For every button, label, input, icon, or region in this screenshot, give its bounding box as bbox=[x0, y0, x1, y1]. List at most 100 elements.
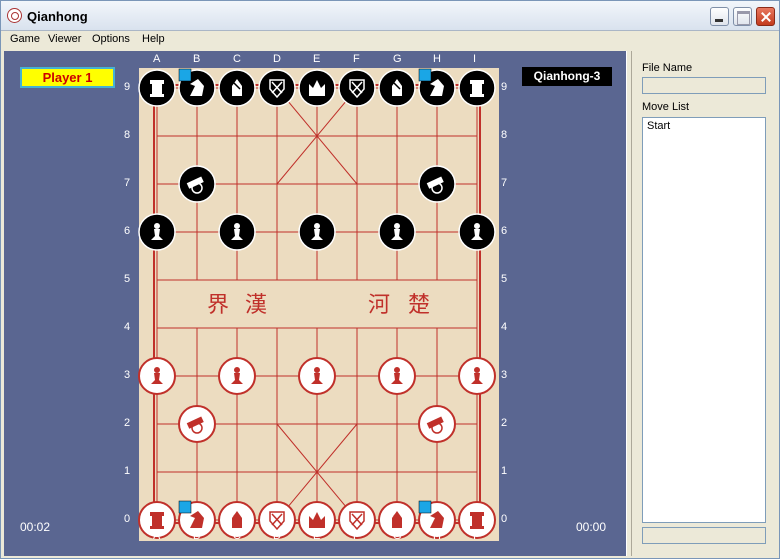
rook-top bbox=[150, 80, 164, 84]
file-label-bottom: D bbox=[273, 530, 281, 542]
rank-label-right: 5 bbox=[501, 273, 508, 285]
red-cannon-piece[interactable] bbox=[418, 405, 456, 443]
file-name-field[interactable] bbox=[642, 77, 766, 94]
file-label-bottom: G bbox=[393, 530, 402, 542]
file-label-bottom: C bbox=[233, 530, 241, 542]
rook-top bbox=[470, 512, 484, 516]
rook-base bbox=[150, 526, 164, 529]
rook-base bbox=[470, 94, 484, 97]
rank-label-left: 2 bbox=[124, 417, 131, 429]
black-pawn-piece[interactable] bbox=[138, 213, 176, 251]
pawn-head bbox=[154, 367, 160, 373]
file-label-bottom: F bbox=[353, 530, 360, 542]
red-pawn-piece[interactable] bbox=[298, 357, 336, 395]
black-rook-piece[interactable] bbox=[458, 69, 496, 107]
last-move-marker bbox=[178, 500, 192, 514]
file-label-top: D bbox=[273, 53, 281, 65]
last-move-marker bbox=[418, 68, 432, 82]
black-advisor-piece[interactable] bbox=[258, 69, 296, 107]
menu-options[interactable]: Options bbox=[92, 33, 130, 45]
rook-top bbox=[470, 80, 484, 84]
maximize-button[interactable] bbox=[733, 7, 752, 26]
rank-label-right: 9 bbox=[501, 81, 508, 93]
xiangqi-board[interactable]: 界漢 河楚 A B C D E F G H I bbox=[136, 65, 499, 541]
rank-label-right: 6 bbox=[501, 225, 508, 237]
file-label-bottom: A bbox=[153, 530, 161, 542]
player-label: Player 1 bbox=[20, 67, 115, 88]
red-pawn-piece[interactable] bbox=[458, 357, 496, 395]
file-label-top: E bbox=[313, 53, 321, 65]
black-advisor-piece[interactable] bbox=[338, 69, 376, 107]
status-field bbox=[642, 527, 766, 544]
file-label-top: I bbox=[475, 65, 478, 66]
last-move-marker bbox=[178, 68, 192, 82]
file-label-top: H bbox=[433, 53, 441, 65]
pawn-head bbox=[234, 223, 240, 229]
file-label-top: C bbox=[233, 53, 241, 65]
rank-label-right: 8 bbox=[501, 129, 508, 141]
black-elephant-piece[interactable] bbox=[378, 69, 416, 107]
app-icon[interactable] bbox=[7, 8, 22, 23]
file-label-bottom: H bbox=[433, 530, 441, 542]
opponent-label: Qianhong-3 bbox=[522, 67, 612, 86]
rank-label-right: 4 bbox=[501, 321, 508, 333]
pawn-head bbox=[314, 223, 320, 229]
window-title: Qianhong bbox=[27, 9, 88, 24]
red-pawn-piece[interactable] bbox=[138, 357, 176, 395]
black-cannon-piece[interactable] bbox=[178, 165, 216, 203]
rank-label-left: 0 bbox=[124, 513, 131, 525]
file-label-top: D bbox=[273, 65, 281, 66]
red-cannon-piece[interactable] bbox=[178, 405, 216, 443]
black-elephant-piece[interactable] bbox=[218, 69, 256, 107]
black-pawn-piece[interactable] bbox=[218, 213, 256, 251]
pawn-head bbox=[474, 367, 480, 373]
river-text: 漢 bbox=[245, 293, 267, 318]
piece-glyph bbox=[470, 512, 484, 529]
rook-body bbox=[472, 84, 482, 94]
pawn-head bbox=[394, 367, 400, 373]
rook-body bbox=[152, 516, 162, 526]
file-label-top: G bbox=[393, 65, 402, 66]
rank-label-right: 0 bbox=[501, 513, 508, 525]
menu-help[interactable]: Help bbox=[142, 33, 165, 45]
move-list-label: Move List bbox=[642, 101, 690, 113]
move-list[interactable]: Start bbox=[642, 117, 766, 523]
black-king-piece[interactable] bbox=[298, 69, 336, 107]
river-text: 河 bbox=[368, 293, 390, 318]
red-pawn-piece[interactable] bbox=[378, 357, 416, 395]
file-label-bottom: E bbox=[313, 530, 321, 542]
menu-game[interactable]: Game bbox=[10, 33, 40, 45]
rook-body bbox=[152, 84, 162, 94]
river-text: 界 bbox=[207, 293, 229, 318]
move-list-item[interactable]: Start bbox=[647, 120, 670, 132]
rook-base bbox=[150, 94, 164, 97]
pawn-head bbox=[234, 367, 240, 373]
rank-label-right: 2 bbox=[501, 417, 508, 429]
side-panel: File Name Move List Start bbox=[632, 51, 779, 556]
pawn-head bbox=[154, 223, 160, 229]
rank-label-left: 3 bbox=[124, 369, 131, 381]
file-label-top: B bbox=[193, 65, 200, 66]
black-rook-piece[interactable] bbox=[138, 69, 176, 107]
file-label-bottom: I bbox=[473, 530, 477, 542]
close-button[interactable] bbox=[756, 7, 775, 26]
red-pawn-piece[interactable] bbox=[218, 357, 256, 395]
game-pane: Player 1 Qianhong-3 界漢河楚ABCDEFGHI 00:02 … bbox=[4, 51, 626, 556]
minimize-button[interactable] bbox=[710, 7, 729, 26]
black-pawn-piece[interactable] bbox=[298, 213, 336, 251]
menu-viewer[interactable]: Viewer bbox=[48, 33, 81, 45]
black-pawn-piece[interactable] bbox=[458, 213, 496, 251]
black-cannon-piece[interactable] bbox=[418, 165, 456, 203]
file-label-bottom: B bbox=[193, 530, 201, 542]
rank-label-right: 7 bbox=[501, 177, 508, 189]
app-window: Qianhong Game Viewer Options Help Player… bbox=[0, 0, 780, 559]
rank-label-left: 9 bbox=[124, 81, 131, 93]
file-name-label: File Name bbox=[642, 62, 693, 74]
black-pawn-piece[interactable] bbox=[378, 213, 416, 251]
opponent-timer: 00:00 bbox=[576, 520, 607, 534]
red-rook-piece[interactable] bbox=[458, 501, 496, 539]
title-bar[interactable]: Qianhong bbox=[1, 1, 779, 31]
pawn-head bbox=[474, 223, 480, 229]
last-move-marker bbox=[418, 500, 432, 514]
player-timer: 00:02 bbox=[20, 520, 51, 534]
